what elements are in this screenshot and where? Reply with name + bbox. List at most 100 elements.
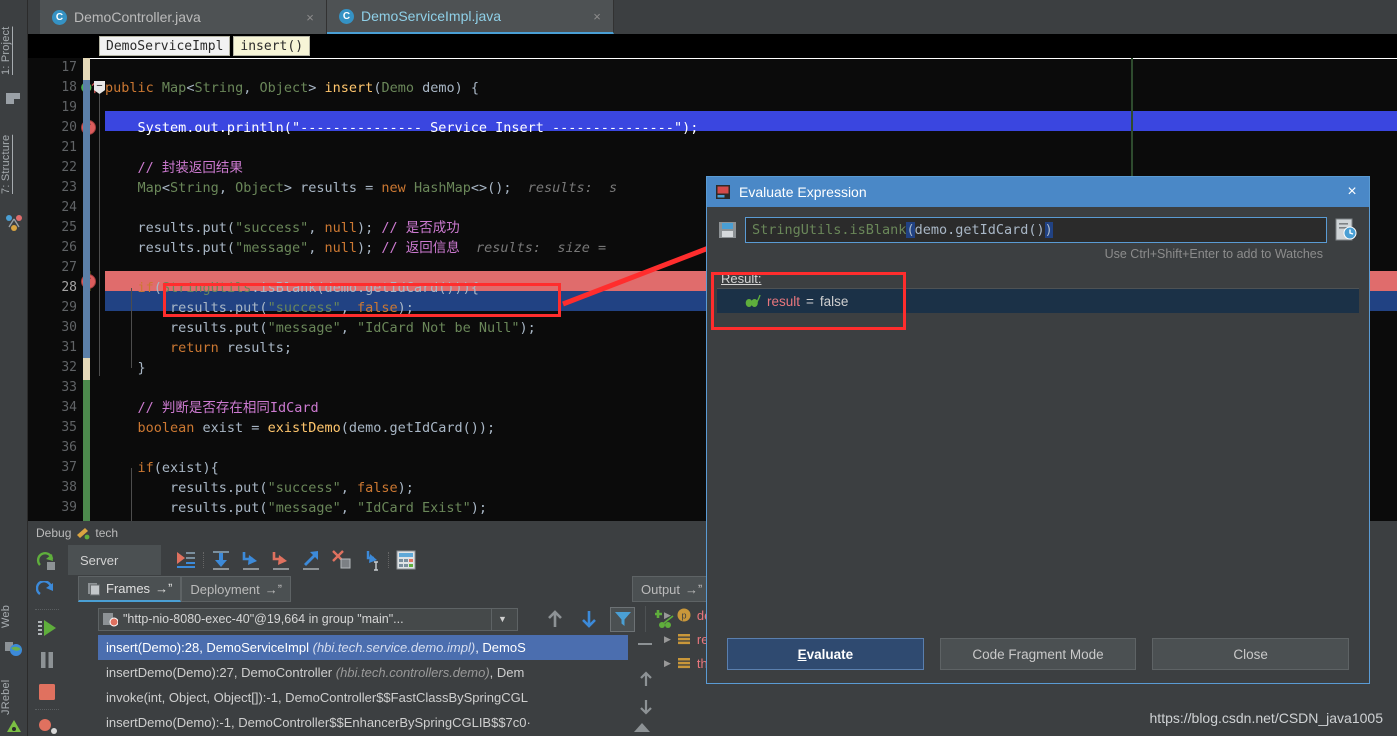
drop-frame-icon[interactable] xyxy=(330,549,352,571)
tab-output-suffix: →ˮ xyxy=(685,582,702,597)
line-number: 31 xyxy=(37,338,83,358)
line-number: 38 xyxy=(37,478,83,498)
rerun-icon[interactable] xyxy=(36,551,58,573)
table-row[interactable]: insert(Demo):28, DemoServiceImpl (hbi.te… xyxy=(98,635,628,660)
debug-title: Debug xyxy=(36,526,71,540)
editor-gutter[interactable]: 17 18 19 20 21 22 23 24 25 26 27 28 29 3… xyxy=(28,58,83,521)
arrow-up-icon[interactable] xyxy=(544,608,566,630)
frames-list[interactable]: insert(Demo):28, DemoServiceImpl (hbi.te… xyxy=(98,635,628,736)
dialog-button-row: Evaluate Code Fragment Mode Close xyxy=(707,625,1369,683)
toolbar-separator xyxy=(35,609,59,610)
debug-config-name[interactable]: tech xyxy=(95,526,118,540)
close-icon[interactable]: × xyxy=(591,9,603,24)
table-row[interactable]: invoke(int, Object, Object[]):-1, DemoCo… xyxy=(98,685,628,710)
stop-icon[interactable] xyxy=(36,681,58,703)
filter-icon xyxy=(614,610,632,628)
evaluate-expression-dialog[interactable]: Evaluate Expression × StringUtils.isBlan… xyxy=(706,176,1370,684)
close-button[interactable]: Close xyxy=(1152,638,1349,670)
sidebar-item-structure[interactable]: 7: Structure xyxy=(0,118,28,210)
mute-breakpoints-icon[interactable] xyxy=(36,715,58,736)
code-line-34: // 判断是否存在相同IdCard xyxy=(105,398,319,418)
line-number: 35 xyxy=(37,418,83,438)
dialog-title: Evaluate Expression xyxy=(739,184,867,200)
line-number: 22 xyxy=(37,158,83,178)
tab-deployment[interactable]: Deployment →ˮ xyxy=(181,576,291,602)
tab-server[interactable]: Server xyxy=(68,545,161,575)
step-out-icon[interactable] xyxy=(300,549,322,571)
sidebar-item-web[interactable]: Web xyxy=(0,596,28,636)
parameter-icon: p xyxy=(677,608,691,622)
code-line-29: results.put("success", false); xyxy=(105,298,414,318)
result-label-text: Result: xyxy=(721,271,761,286)
expression-input[interactable]: StringUtils.isBlank(demo.getIdCard()) xyxy=(745,217,1327,243)
result-value: false xyxy=(820,294,849,309)
line-number: 19 xyxy=(37,98,83,118)
table-row[interactable]: insertDemo(Demo):27, DemoController (hbi… xyxy=(98,660,628,685)
evaluate-expression-icon[interactable] xyxy=(395,549,417,571)
tab-output[interactable]: Output →ˮ xyxy=(632,576,711,602)
thread-selector[interactable]: "http-nio-8080-exec-40"@19,664 in group … xyxy=(98,608,518,631)
line-number: 32 xyxy=(37,358,83,378)
run-to-cursor-icon[interactable] xyxy=(360,549,382,571)
code-line-37: if(exist){ xyxy=(105,458,219,478)
tab-demoserviceimpl[interactable]: C DemoServiceImpl.java × xyxy=(327,0,614,34)
frame-package: (hbi.tech.service.demo.impl) xyxy=(313,640,476,655)
expand-triangle-icon[interactable]: ▶ xyxy=(664,658,671,669)
show-execution-point-icon[interactable] xyxy=(175,549,197,571)
close-icon[interactable]: × xyxy=(1343,183,1361,201)
sidebar-item-project[interactable]: 1: Project xyxy=(0,14,28,88)
evaluate-button-label-rest: valuate xyxy=(807,647,854,662)
resume-icon[interactable] xyxy=(36,617,58,639)
editor-tab-bar: C DemoController.java × C DemoServiceImp… xyxy=(28,0,1397,34)
code-line-28: if(StringUtils.isBlank(demo.getIdCard())… xyxy=(105,278,479,298)
code-line-18: public Map<String, Object> insert(Demo d… xyxy=(105,78,479,98)
result-row[interactable]: result = false xyxy=(717,289,1359,313)
line-number: 26 xyxy=(37,238,83,258)
code-fragment-mode-button[interactable]: Code Fragment Mode xyxy=(940,638,1137,670)
evaluate-button[interactable]: Evaluate xyxy=(727,638,924,670)
idea-icon xyxy=(715,184,731,200)
jrebel-icon xyxy=(5,718,23,736)
force-step-into-icon[interactable] xyxy=(270,549,292,571)
table-row[interactable]: insertDemo(Demo):-1, DemoController$$Enh… xyxy=(98,710,628,735)
watermark: https://blog.csdn.net/CSDN_java1005 xyxy=(1150,710,1383,726)
line-number: 17 xyxy=(37,58,83,78)
line-number: 28 xyxy=(37,278,83,298)
result-panel[interactable]: result = false xyxy=(717,288,1359,588)
sidebar-item-jrebel[interactable]: JRebel xyxy=(0,672,28,722)
expression-prefix: StringUtils.isBlank xyxy=(752,222,906,238)
line-number: 34 xyxy=(37,398,83,418)
watch-result-icon xyxy=(745,294,761,308)
chevron-down-icon[interactable]: ▼ xyxy=(491,609,513,630)
expand-triangle-icon[interactable]: ▶ xyxy=(664,634,671,645)
close-icon[interactable]: × xyxy=(304,10,316,25)
tab-democontroller[interactable]: C DemoController.java × xyxy=(40,0,327,34)
history-icon[interactable] xyxy=(1333,217,1359,243)
arrow-down-icon[interactable] xyxy=(578,608,600,630)
left-tool-strip: 1: Project 7: Structure Web JRebel xyxy=(0,0,28,736)
step-into-icon[interactable] xyxy=(240,549,262,571)
result-equals: = xyxy=(806,294,814,309)
changed-lines-stripe xyxy=(83,380,90,521)
tab-label: DemoServiceImpl.java xyxy=(361,8,584,24)
expression-middle: demo.getIdCard() xyxy=(915,222,1045,238)
expand-triangle-icon[interactable]: ▶ xyxy=(664,610,671,621)
update-icon[interactable] xyxy=(36,581,58,603)
debug-side-toolbar xyxy=(28,545,68,736)
frame-tail: , Dem xyxy=(490,665,525,680)
line-number: 29 xyxy=(37,298,83,318)
changed-lines-stripe xyxy=(83,80,90,358)
breadcrumb-method[interactable]: insert() xyxy=(233,36,310,56)
structure-icon xyxy=(5,214,23,232)
variable-icon xyxy=(677,632,691,646)
toolbar-separator xyxy=(203,552,204,568)
fold-guide-line xyxy=(99,94,100,376)
close-button-label: Close xyxy=(1233,647,1268,662)
breadcrumb-class[interactable]: DemoServiceImpl xyxy=(99,36,230,56)
code-line-23: Map<String, Object> results = new HashMa… xyxy=(105,178,617,198)
expression-mode-icon[interactable] xyxy=(717,218,739,242)
pause-icon[interactable] xyxy=(36,649,58,671)
step-over-icon[interactable] xyxy=(210,549,232,571)
indent-guide xyxy=(131,468,132,521)
tab-frames[interactable]: Frames →ˮ xyxy=(78,576,181,602)
